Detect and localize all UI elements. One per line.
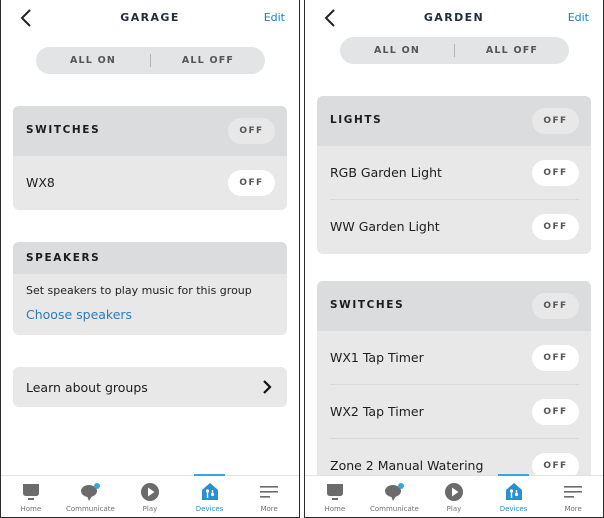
garage-screen: GARAGE Edit ALL ON ALL OFF SWITCHES OFF … [0, 0, 300, 518]
speakers-label: SPEAKERS [26, 252, 101, 264]
chevron-right-icon [263, 380, 272, 394]
device-name: WX1 Tap Timer [330, 350, 424, 365]
group-toggle-button[interactable]: OFF [532, 293, 579, 319]
group-label: SWITCHES [26, 124, 101, 136]
page-title: GARAGE [120, 11, 180, 24]
speakers-header: SPEAKERS [13, 242, 287, 274]
play-icon [140, 483, 159, 501]
group-header: SWITCHES OFF [317, 281, 591, 331]
device-name: WX2 Tap Timer [330, 404, 424, 419]
header: GARAGE Edit [1, 0, 299, 36]
device-row[interactable]: RGB Garden Light OFF [317, 146, 591, 200]
edit-button[interactable]: Edit [264, 11, 285, 24]
tab-devices[interactable]: Devices [484, 474, 544, 517]
bottom-tab-bar: Home Communicate Play Devices More [1, 474, 299, 517]
speakers-description: Set speakers to play music for this grou… [26, 284, 252, 297]
garden-screen: GARDEN Edit ALL ON ALL OFF LIGHTS OFF RG… [304, 0, 604, 518]
device-row[interactable]: WX1 Tap Timer OFF [317, 331, 591, 385]
device-row[interactable]: WW Garden Light OFF [317, 200, 591, 254]
all-off-button[interactable]: ALL OFF [455, 45, 569, 56]
group-label: SWITCHES [330, 299, 405, 311]
device-name: Zone 2 Manual Watering [330, 458, 484, 473]
screens-wrapper: GARAGE Edit ALL ON ALL OFF SWITCHES OFF … [0, 0, 604, 518]
all-on-button[interactable]: ALL ON [340, 45, 454, 56]
device-toggle-button[interactable]: OFF [532, 214, 579, 240]
header: GARDEN Edit [305, 0, 603, 36]
speakers-card: SPEAKERS Set speakers to play music for … [13, 242, 287, 335]
group-label: LIGHTS [330, 114, 383, 126]
tab-label: Play [142, 505, 158, 513]
tab-home[interactable]: Home [1, 476, 61, 517]
home-icon [22, 484, 39, 500]
device-name: WW Garden Light [330, 219, 440, 234]
tab-devices[interactable]: Devices [180, 474, 240, 517]
tab-label: Play [446, 505, 462, 513]
tab-communicate[interactable]: Communicate [365, 476, 425, 517]
group-header: SWITCHES OFF [13, 106, 287, 156]
group-toggle-button[interactable]: OFF [228, 118, 275, 144]
learn-about-groups-button[interactable]: Learn about groups [13, 367, 287, 407]
chat-bubble-icon [385, 483, 405, 501]
tab-label: Home [20, 505, 42, 513]
edit-button[interactable]: Edit [568, 11, 589, 24]
device-name: WX8 [26, 175, 55, 190]
device-toggle-button[interactable]: OFF [532, 160, 579, 186]
tab-play[interactable]: Play [424, 476, 484, 517]
menu-icon [564, 486, 583, 498]
learn-label: Learn about groups [26, 380, 148, 395]
all-off-button[interactable]: ALL OFF [151, 55, 265, 66]
all-toggle: ALL ON ALL OFF [36, 47, 265, 74]
tab-label: Communicate [369, 505, 419, 513]
device-toggle-button[interactable]: OFF [532, 345, 579, 371]
all-toggle: ALL ON ALL OFF [340, 37, 569, 64]
devices-house-icon [201, 483, 218, 500]
group-card-lights: LIGHTS OFF RGB Garden Light OFF WW Garde… [317, 96, 591, 254]
page-title: GARDEN [423, 11, 485, 24]
device-toggle-button[interactable]: OFF [228, 170, 275, 196]
tab-label: More [260, 505, 278, 513]
tab-label: Devices [499, 505, 528, 513]
device-row[interactable]: WX2 Tap Timer OFF [317, 385, 591, 439]
tab-communicate[interactable]: Communicate [61, 476, 121, 517]
all-on-button[interactable]: ALL ON [36, 55, 150, 66]
chat-bubble-icon [81, 483, 101, 501]
tab-label: More [564, 505, 582, 513]
device-row[interactable]: WX8 OFF [13, 156, 287, 210]
group-header: LIGHTS OFF [317, 96, 591, 146]
device-name: RGB Garden Light [330, 165, 442, 180]
choose-speakers-link[interactable]: Choose speakers [26, 307, 132, 322]
bottom-tab-bar: Home Communicate Play Devices More [305, 474, 603, 517]
device-toggle-button[interactable]: OFF [532, 399, 579, 425]
group-toggle-button[interactable]: OFF [532, 108, 579, 134]
tab-more[interactable]: More [239, 476, 299, 517]
tab-home[interactable]: Home [305, 476, 365, 517]
group-card-switches: SWITCHES OFF WX1 Tap Timer OFF WX2 Tap T… [317, 281, 591, 481]
group-card-switches: SWITCHES OFF WX8 OFF [13, 106, 287, 210]
tab-play[interactable]: Play [120, 476, 180, 517]
tab-label: Communicate [65, 505, 115, 513]
play-icon [444, 483, 463, 501]
tab-more[interactable]: More [543, 476, 603, 517]
devices-house-icon [505, 483, 522, 500]
tab-label: Devices [195, 505, 224, 513]
tab-label: Home [324, 505, 346, 513]
menu-icon [260, 486, 279, 498]
home-icon [326, 484, 343, 500]
